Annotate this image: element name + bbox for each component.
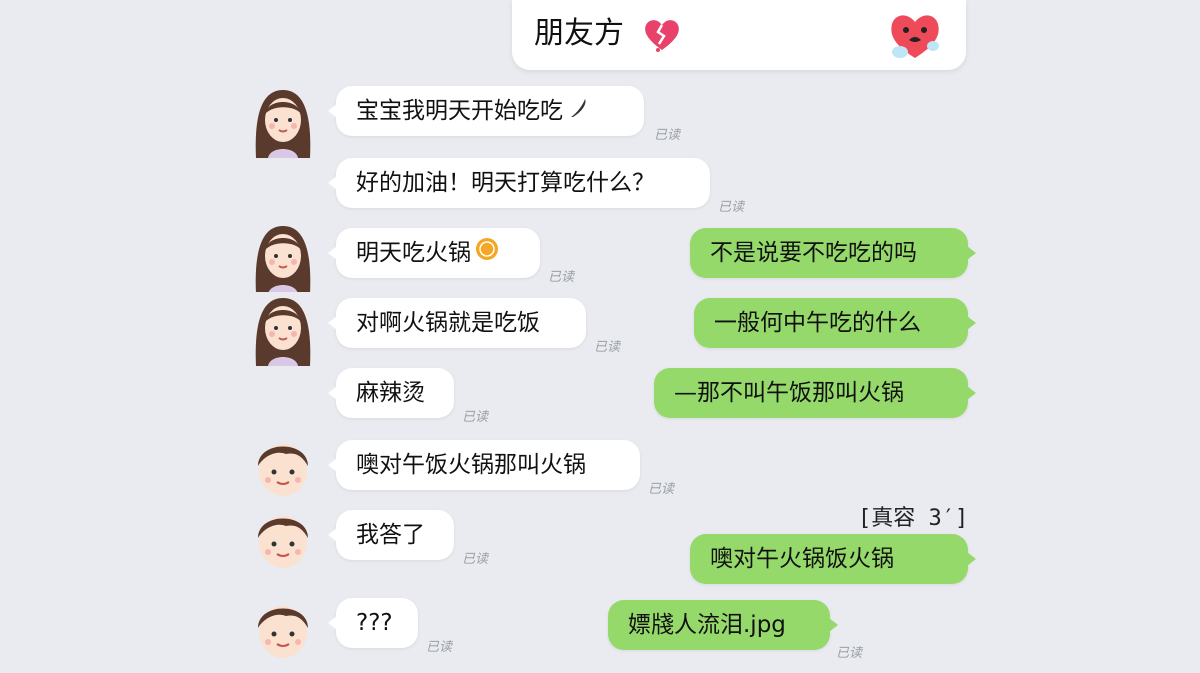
- message-text: 噢对午火锅饭火锅: [710, 546, 894, 572]
- read-status: 已读: [462, 410, 489, 425]
- avatar-girl[interactable]: [246, 292, 320, 366]
- message-bubble-left[interactable]: 对啊火锅就是吃饭: [328, 298, 586, 348]
- message-text: 明天吃火锅: [356, 240, 471, 266]
- message-bubble-right[interactable]: —那不叫午饭那叫火锅: [654, 368, 976, 418]
- message-text: —那不叫午饭那叫火锅: [674, 380, 904, 406]
- read-status: 已读: [426, 640, 453, 655]
- message-text: 好的加油！明天打算吃什么？: [356, 170, 655, 196]
- avatar-boy[interactable]: [246, 502, 320, 576]
- message-bubble-left[interactable]: 我答了: [328, 510, 454, 560]
- read-status: 已读: [718, 200, 745, 215]
- girl-avatar-icon: [246, 84, 320, 158]
- message-bubble-left[interactable]: ???: [328, 598, 418, 648]
- chat-title: 朋友方: [534, 16, 624, 51]
- chat-header: 朋友方: [512, 0, 966, 70]
- crying-heart-mascot-icon[interactable]: [886, 8, 944, 64]
- message-bubble-left[interactable]: 明天吃火锅: [328, 228, 540, 279]
- boy-avatar-icon: [246, 430, 320, 504]
- boy-avatar-icon: [246, 592, 320, 666]
- read-status: 已读: [548, 270, 575, 285]
- message-text: 噢对午饭火锅那叫火锅: [356, 452, 586, 478]
- read-status: 已读: [594, 340, 621, 355]
- message-text: 不是说要不吃吃的吗: [710, 240, 917, 266]
- read-status: 已读: [648, 482, 675, 497]
- read-status: 已读: [462, 552, 489, 567]
- message-bubble-right[interactable]: 一般何中午吃的什么: [694, 298, 976, 348]
- read-status: 已读: [654, 128, 681, 143]
- message-bubble-left[interactable]: 噢对午饭火锅那叫火锅: [328, 440, 640, 490]
- boy-avatar-icon: [246, 502, 320, 576]
- time-label: [真容 3′]: [858, 506, 969, 531]
- avatar-girl[interactable]: [246, 84, 320, 158]
- message-bubble-right[interactable]: 噢对午火锅饭火锅: [690, 534, 976, 584]
- message-text: 一般何中午吃的什么: [714, 310, 921, 336]
- message-bubble-left[interactable]: 麻辣烫: [328, 368, 454, 418]
- message-text: 对啊火锅就是吃饭: [356, 310, 540, 336]
- message-text: ???: [356, 610, 393, 636]
- message-bubble-left[interactable]: 好的加油！明天打算吃什么？: [328, 158, 710, 208]
- avatar-girl[interactable]: [246, 220, 320, 294]
- read-status: 已读: [836, 646, 863, 661]
- avatar-boy[interactable]: [246, 430, 320, 504]
- message-bubble-left[interactable]: 宝宝我明天开始吃吃: [328, 86, 644, 137]
- message-bubble-right[interactable]: 嫖牋人流泪.jpg: [608, 600, 838, 650]
- message-text: 我答了: [356, 522, 425, 548]
- pepper-icon: [567, 87, 589, 137]
- message-bubble-right[interactable]: 不是说要不吃吃的吗: [690, 228, 976, 278]
- avatar-boy[interactable]: [246, 592, 320, 666]
- message-text: 宝宝我明天开始吃吃: [356, 98, 563, 124]
- coin-emoji-icon: [475, 229, 499, 279]
- girl-avatar-icon: [246, 292, 320, 366]
- message-text: 麻辣烫: [356, 380, 425, 406]
- broken-heart-icon: [645, 20, 679, 52]
- girl-avatar-icon: [246, 220, 320, 294]
- message-text: 嫖牋人流泪.jpg: [628, 612, 786, 638]
